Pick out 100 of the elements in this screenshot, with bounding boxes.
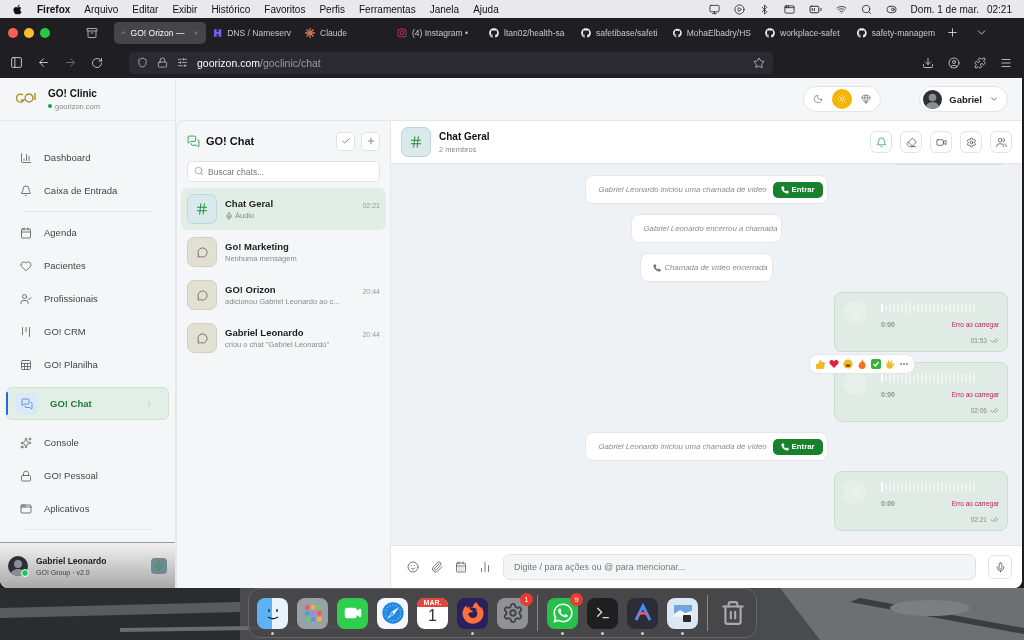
address-bar[interactable]: goorizon.com/goclinic/chat	[129, 51, 773, 74]
browser-tab[interactable]: (4) Instagram •	[390, 21, 482, 44]
minimize-window-button[interactable]	[24, 27, 34, 38]
quick-action-button[interactable]	[151, 557, 167, 574]
toolbar-button[interactable]	[900, 131, 922, 153]
browser-tab[interactable]: safety-managem	[850, 21, 942, 44]
bar-chart-icon[interactable]	[479, 561, 491, 573]
theme-button[interactable]	[832, 89, 853, 109]
check-mark-icon[interactable]	[871, 359, 881, 369]
menu-item[interactable]: Editar	[132, 3, 159, 15]
double-check-icon	[990, 336, 999, 345]
menu-item[interactable]: Firefox	[37, 3, 71, 15]
notification-badge: 1	[520, 592, 533, 606]
terminal-app-icon[interactable]	[587, 597, 618, 629]
microphone-button[interactable]	[988, 555, 1012, 579]
panel-title: GO! Chat	[206, 135, 256, 147]
browser-tab[interactable]: GO! Orizon —	[114, 21, 206, 44]
browser-tab[interactable]: MohaElbadry/HS	[666, 21, 758, 44]
play-icon	[733, 3, 745, 15]
a-logo-app-icon[interactable]	[627, 597, 658, 629]
apple-icon[interactable]	[12, 3, 23, 15]
cat-logo-icon	[857, 27, 867, 38]
settings-icon	[965, 136, 977, 148]
sidebar-item[interactable]: Pacientes	[6, 249, 169, 282]
calendar-icon[interactable]	[455, 561, 467, 573]
sidebar-item[interactable]: GO! Planilha	[6, 348, 169, 381]
smiley-icon[interactable]	[407, 561, 419, 573]
sidebar-item[interactable]: GO! Pessoal	[6, 459, 169, 492]
sidebar-icon	[10, 56, 23, 69]
menu-item[interactable]: Ajuda	[473, 3, 499, 15]
search-field[interactable]: Buscar chats...	[187, 161, 380, 182]
chat-app-icon[interactable]	[547, 597, 578, 629]
chat-name: Chat Geral	[225, 198, 275, 209]
launchpad-app-icon[interactable]	[297, 597, 328, 629]
bar-chart-icon	[20, 151, 32, 164]
chevron-down-icon	[989, 94, 999, 104]
lightning-icon	[154, 560, 164, 571]
close-window-button[interactable]	[8, 27, 18, 38]
sidebar-item[interactable]: Caixa de Entrada	[6, 174, 169, 207]
toolbar-button[interactable]	[990, 131, 1012, 153]
fire-icon[interactable]	[857, 359, 867, 369]
double-check-icon	[990, 515, 999, 524]
thumbs-up-icon[interactable]	[815, 359, 825, 369]
control-center-icon	[885, 3, 897, 15]
sidebar-item[interactable]: Dashboard	[6, 141, 169, 174]
menu-item[interactable]: Favoritos	[264, 3, 306, 15]
settings-app-icon[interactable]	[497, 597, 528, 629]
maximize-window-button[interactable]	[40, 27, 50, 38]
message-input[interactable]: Digite / para ações ou @ para mencionar...	[503, 554, 976, 580]
menu-item[interactable]: Ferramentas	[359, 3, 416, 15]
menu-bar-date: Dom. 1 de mar.	[910, 3, 979, 15]
video-app-icon[interactable]	[337, 597, 368, 629]
browser-tab[interactable]: workplace-safet	[758, 21, 850, 44]
plus-icon	[365, 136, 376, 146]
sidebar-item[interactable]: GO! Chat	[6, 387, 169, 420]
heart-icon[interactable]	[829, 359, 839, 369]
cat-logo-icon	[765, 27, 775, 38]
browser-app-icon[interactable]	[457, 597, 488, 629]
user-menu-button[interactable]: Gabriel	[919, 86, 1008, 112]
phone-icon	[780, 442, 789, 451]
browser-tab[interactable]: ltan02/health-sa	[482, 21, 574, 44]
sidebar-item[interactable]: Agenda	[6, 216, 169, 249]
cat-logo-icon	[673, 27, 682, 38]
url-text: goorizon.com/goclinic/chat	[197, 56, 321, 69]
cat-logo-icon	[581, 27, 591, 38]
menu-item[interactable]: Perfis	[319, 3, 345, 15]
calendar-icon	[20, 226, 32, 239]
toolbar-button[interactable]	[960, 131, 982, 153]
search-icon	[860, 3, 872, 15]
menu-item[interactable]: Arquivo	[84, 3, 119, 15]
menu-item[interactable]: Janela	[429, 3, 460, 15]
laughing-face-icon[interactable]	[843, 359, 853, 369]
sidebar-item[interactable]: GO! CRM	[6, 315, 169, 348]
sidebar-item[interactable]: Profissionais	[6, 282, 169, 315]
display-icon	[708, 3, 720, 15]
menu-item[interactable]: Exibir	[172, 3, 198, 15]
toolbar-button[interactable]	[870, 131, 892, 153]
extensions-icon	[974, 56, 986, 69]
toolbar-button[interactable]	[930, 131, 952, 153]
paperclip-icon[interactable]	[431, 561, 443, 573]
sidebar-item[interactable]: Console	[6, 426, 169, 459]
compass-app-icon[interactable]	[377, 597, 408, 629]
browser-tab[interactable]: Claude	[298, 21, 390, 44]
menu-item[interactable]: Histórico	[211, 3, 251, 15]
account-icon	[948, 56, 960, 69]
chat-bubbles-icon	[187, 134, 200, 148]
clapping-hands-icon[interactable]	[885, 359, 895, 369]
status-dot	[48, 104, 52, 108]
moon-icon	[813, 94, 824, 104]
browser-tab[interactable]: safetibase/safeti	[574, 21, 666, 44]
new-chat-button[interactable]	[361, 131, 380, 151]
sidebar-item[interactable]: Aplicativos	[6, 492, 169, 525]
browser-tab[interactable]: DNS / Nameserv	[206, 21, 298, 44]
notification-badge: 9	[570, 592, 583, 606]
chat-bubbles-icon	[21, 397, 33, 410]
brand-name: GO! Clinic	[48, 87, 98, 99]
tab-title: safety-managem	[871, 27, 935, 38]
preview-app-icon[interactable]	[667, 597, 698, 629]
heart-icon	[20, 259, 32, 272]
finder-app-icon[interactable]	[257, 597, 288, 629]
